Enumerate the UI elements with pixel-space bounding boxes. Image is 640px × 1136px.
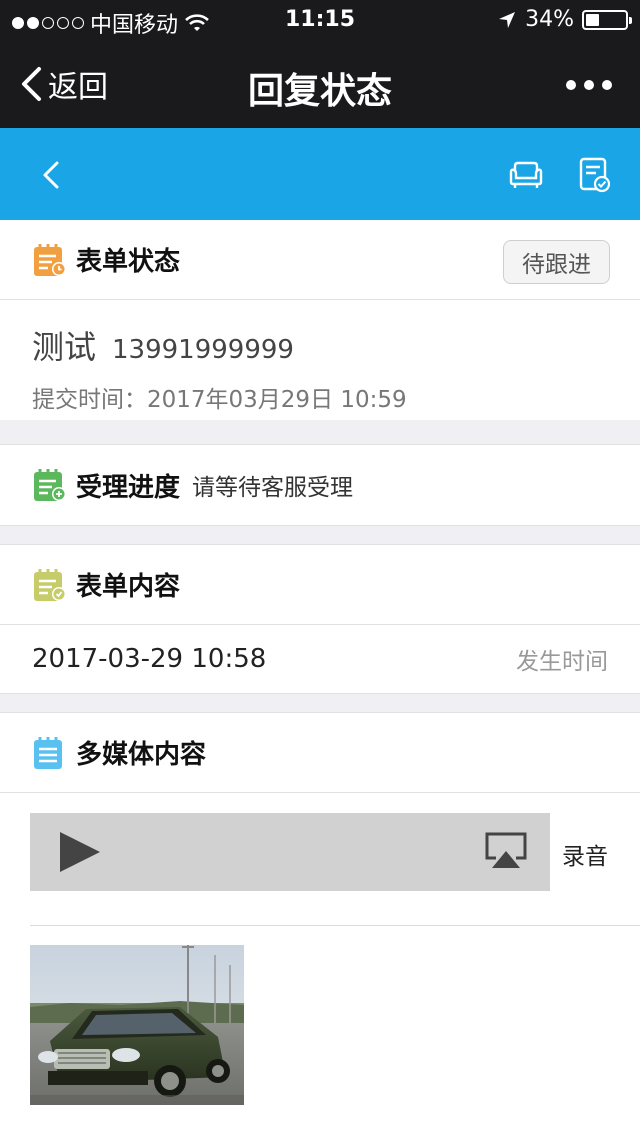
form-content-icon — [34, 568, 66, 601]
form-content-title: 表单内容 — [76, 572, 181, 602]
submit-time-label: 提交时间： — [32, 387, 147, 413]
more-icon[interactable] — [566, 80, 612, 90]
media-divider — [30, 925, 640, 926]
form-field-row: 2017-03-29 10:58 发生时间 — [0, 625, 640, 693]
audio-label: 录音 — [562, 844, 608, 870]
progress-status: 请等待客服受理 — [192, 475, 354, 501]
chair-icon[interactable] — [508, 160, 544, 190]
photo-row — [0, 927, 640, 1136]
multimedia-section: 多媒体内容 录音 — [0, 712, 640, 1136]
page-title: 回复状态 — [247, 71, 392, 112]
audio-player[interactable] — [30, 813, 550, 891]
status-bar: 中国移动 11:15 34% — [0, 0, 640, 40]
submit-time-value: 2017年03月29日 10:59 — [147, 387, 407, 413]
field-label: 发生时间 — [516, 649, 608, 675]
status-badge[interactable]: 待跟进 — [503, 240, 610, 284]
submitter-info: 测试 13991999999 提交时间：2017年03月29日 10:59 — [0, 300, 640, 420]
status-right: 34% — [497, 7, 632, 32]
multimedia-header: 多媒体内容 — [0, 713, 640, 793]
battery-icon — [582, 9, 632, 30]
nav-bar: 返回 回复状态 — [0, 40, 640, 128]
form-status-icon — [34, 243, 66, 276]
submit-time-line: 提交时间：2017年03月29日 10:59 — [32, 380, 640, 414]
app-back-icon[interactable] — [40, 160, 62, 190]
multimedia-icon — [34, 736, 62, 769]
progress-header: 受理进度 请等待客服受理 — [0, 445, 640, 525]
form-content-section: 表单内容 2017-03-29 10:58 发生时间 — [0, 544, 640, 694]
form-status-title: 表单状态 — [76, 247, 181, 277]
form-status-section: 表单状态 待跟进 测试 13991999999 提交时间：2017年03月29日 … — [0, 220, 640, 420]
location-arrow-icon — [499, 11, 516, 28]
airplay-icon[interactable] — [484, 831, 528, 871]
play-icon[interactable] — [58, 830, 102, 874]
form-content-header: 表单内容 — [0, 545, 640, 625]
form-status-header: 表单状态 待跟进 — [0, 220, 640, 300]
submitter-name: 测试 — [32, 328, 97, 366]
progress-title: 受理进度 — [76, 472, 181, 503]
vehicle-photo[interactable] — [30, 945, 244, 1105]
submitter-phone[interactable]: 13991999999 — [112, 335, 294, 365]
battery-percent: 34% — [525, 7, 574, 32]
multimedia-title: 多媒体内容 — [76, 740, 207, 770]
checklist-icon[interactable] — [578, 156, 612, 194]
field-value: 2017-03-29 10:58 — [32, 644, 267, 674]
app-header — [0, 128, 640, 220]
progress-section: 受理进度 请等待客服受理 — [0, 444, 640, 526]
progress-icon — [34, 469, 66, 501]
audio-row: 录音 — [0, 793, 640, 927]
